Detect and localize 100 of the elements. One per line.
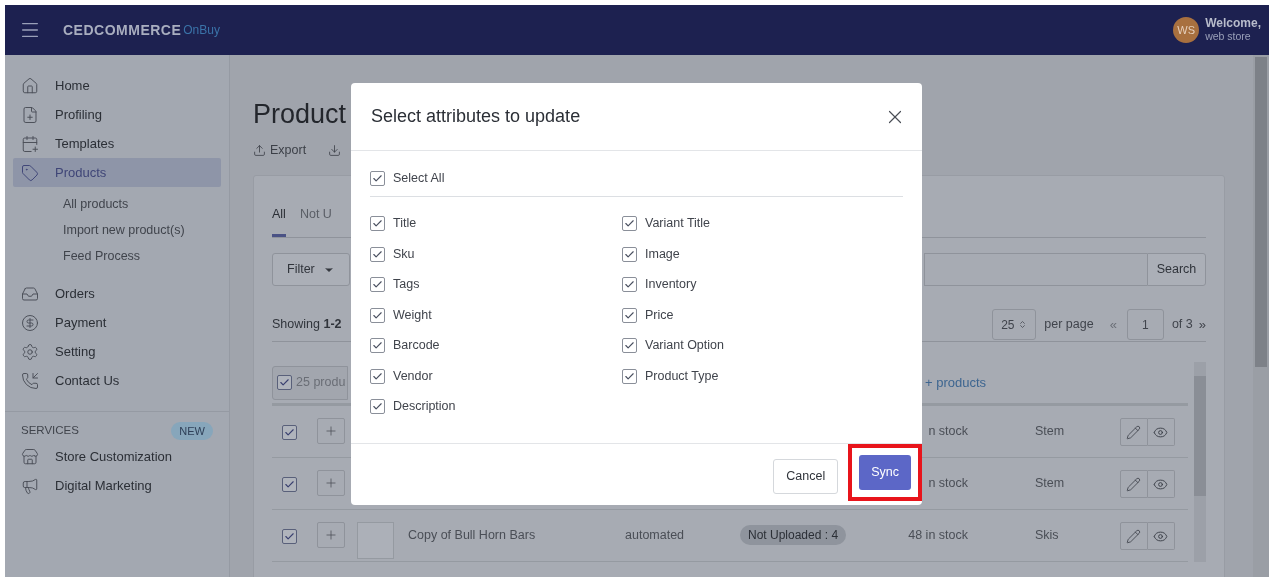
nav-icon — [21, 105, 39, 124]
checkbox[interactable] — [622, 216, 637, 232]
attribute-label: Variant Option — [645, 337, 724, 355]
sidebar-item[interactable]: Templates — [13, 129, 221, 158]
product-name[interactable]: Copy of Bull Horn Bars — [408, 528, 536, 542]
check-icon — [284, 427, 295, 438]
checkbox[interactable] — [622, 368, 637, 384]
checkbox[interactable] — [370, 277, 385, 293]
cancel-button[interactable]: Cancel — [773, 459, 839, 494]
submenu-link[interactable]: Import new product(s) — [5, 217, 185, 243]
per-page-label: per page — [1044, 316, 1094, 334]
page-input[interactable]: 1 — [1126, 309, 1164, 340]
check-icon — [284, 531, 295, 542]
sidebar-item[interactable]: Profiling — [13, 100, 221, 129]
attribute-label: Title — [393, 215, 417, 233]
sidebar-item[interactable]: Store Customization — [13, 442, 221, 471]
attribute-label: Inventory — [645, 276, 697, 294]
section-heading: SERVICES — [21, 423, 79, 439]
plus-icon — [324, 424, 338, 438]
pencil-icon — [1126, 476, 1142, 492]
page-title: Product — [253, 98, 347, 131]
select-all-link[interactable]: + products — [925, 372, 987, 393]
view-button[interactable] — [1147, 522, 1175, 550]
export-button[interactable]: Export — [253, 140, 307, 160]
category-text: Stem — [1035, 476, 1065, 490]
attribute-label: Price — [645, 306, 674, 324]
attribute-label: Variant Title — [645, 215, 711, 233]
logo: CEDCOMMERCE — [63, 20, 182, 40]
up-down-icon — [1018, 320, 1028, 329]
pencil-icon — [1126, 424, 1142, 440]
nav-icon — [21, 476, 39, 495]
sidebar-item[interactable]: Digital Marketing — [13, 471, 221, 500]
checkbox[interactable] — [282, 529, 297, 544]
results-summary: Showing 1-2 — [272, 316, 342, 334]
nav-icon — [21, 134, 39, 153]
category-text: Skis — [1035, 528, 1059, 542]
eye-icon — [1153, 528, 1169, 544]
checkbox[interactable] — [282, 477, 297, 492]
stock-text: n stock — [928, 476, 968, 490]
check-icon — [624, 248, 635, 260]
sidebar-item[interactable]: Contact Us — [13, 366, 221, 395]
product-type: automated — [625, 528, 685, 542]
nav-icon — [21, 371, 39, 390]
attribute-label: Product Type — [645, 367, 719, 385]
attribute-label: Barcode — [393, 337, 440, 355]
nav-icon — [21, 313, 39, 332]
plus-icon — [324, 476, 338, 490]
checkbox[interactable] — [622, 307, 637, 323]
table-scrollbar[interactable] — [1194, 362, 1206, 562]
tab[interactable]: Not U — [299, 205, 332, 237]
check-icon — [279, 377, 290, 388]
sidebar-item[interactable]: Orders — [13, 279, 221, 308]
checkbox[interactable] — [370, 307, 385, 323]
eye-icon — [1153, 476, 1169, 492]
checkbox[interactable] — [370, 338, 385, 354]
upload-icon — [253, 143, 266, 157]
check-icon — [372, 370, 383, 382]
sidebar-item[interactable]: Home — [13, 71, 221, 100]
checkbox[interactable] — [370, 170, 385, 186]
sidebar-item[interactable]: Products — [13, 158, 221, 187]
checkbox[interactable] — [622, 277, 637, 293]
checkbox[interactable] — [370, 246, 385, 262]
tab[interactable]: All — [272, 205, 286, 237]
user-avatar[interactable]: WS — [1173, 17, 1200, 43]
checkbox[interactable] — [277, 375, 292, 390]
check-icon — [284, 479, 295, 490]
checkbox[interactable] — [622, 246, 637, 262]
checkbox[interactable] — [370, 368, 385, 384]
view-button[interactable] — [1147, 470, 1175, 498]
category-text: Stem — [1035, 424, 1065, 438]
check-icon — [624, 309, 635, 321]
checkbox[interactable] — [370, 216, 385, 232]
sidebar-item[interactable]: Setting — [13, 337, 221, 366]
sync-button[interactable]: Sync — [859, 455, 911, 490]
plus-icon — [324, 528, 338, 542]
attribute-label: Sku — [393, 245, 415, 263]
search-field[interactable] — [924, 253, 1147, 286]
search-button[interactable]: Search — [1147, 253, 1206, 286]
greeting-text: Welcome, — [1205, 17, 1261, 30]
checkbox[interactable] — [622, 338, 637, 354]
attribute-label: Tags — [393, 276, 420, 294]
page-scrollbar[interactable] — [1253, 55, 1269, 577]
attribute-label: Weight — [393, 306, 432, 324]
sidebar-item[interactable]: Payment — [13, 308, 221, 337]
nav-icon — [21, 163, 39, 182]
stock-text: n stock — [928, 424, 968, 438]
checkbox[interactable] — [282, 425, 297, 440]
pencil-icon — [1126, 528, 1142, 544]
nav-icon — [21, 342, 39, 361]
status-pill: Not Uploaded : 4 — [740, 525, 847, 545]
submenu-link[interactable]: Feed Process — [5, 243, 141, 269]
stock-text: 48 in stock — [908, 528, 968, 542]
view-button[interactable] — [1147, 418, 1175, 446]
per-page-select[interactable]: 25 — [992, 309, 1037, 340]
next-link[interactable]: » — [1198, 314, 1206, 335]
submenu-link[interactable]: All products — [5, 191, 129, 217]
nav-icon — [21, 447, 39, 466]
checkbox[interactable] — [370, 399, 385, 415]
attribute-label: Vendor — [393, 367, 433, 385]
filter-button[interactable]: Filter — [272, 253, 350, 286]
